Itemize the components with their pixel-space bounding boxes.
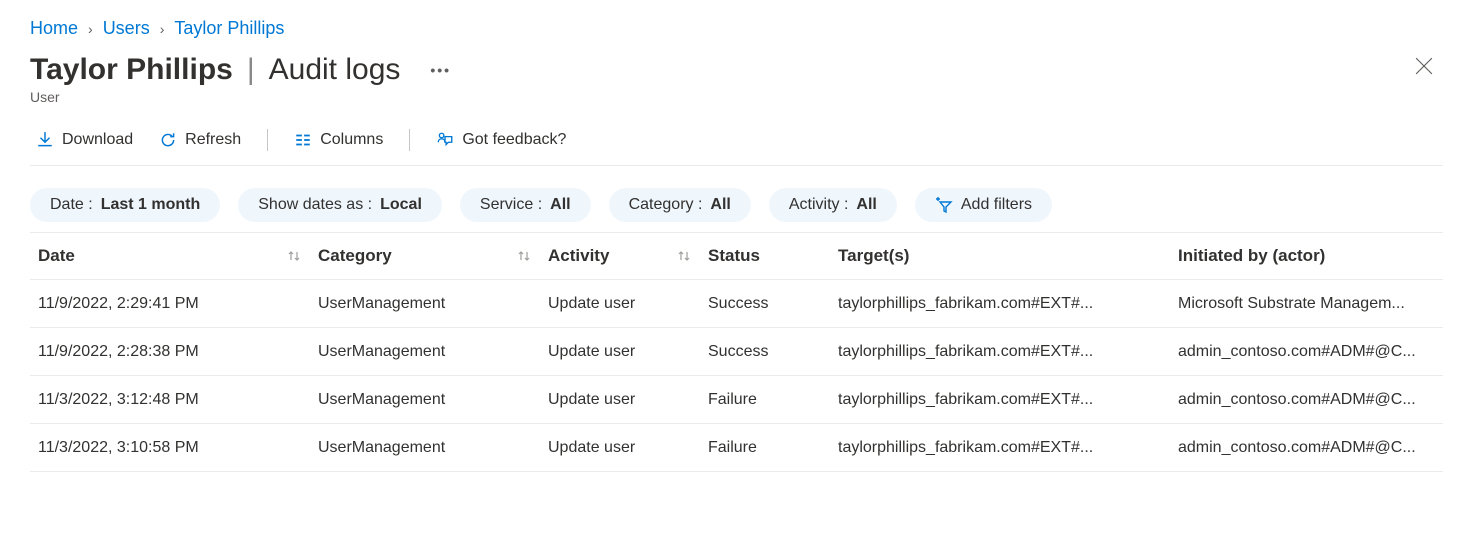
cell-activity: Update user [548, 439, 708, 457]
title-separator: | [247, 53, 255, 87]
table-row[interactable]: 11/9/2022, 2:28:38 PMUserManagementUpdat… [30, 328, 1443, 376]
feedback-label: Got feedback? [462, 131, 566, 149]
col-targets-label: Target(s) [838, 246, 909, 266]
breadcrumb-users[interactable]: Users [103, 18, 150, 39]
cell-date: 11/3/2022, 3:10:58 PM [38, 439, 318, 457]
refresh-label: Refresh [185, 131, 241, 149]
page-header: Taylor Phillips | Audit logs ••• User [30, 53, 1443, 105]
refresh-icon [159, 131, 177, 149]
breadcrumb-current[interactable]: Taylor Phillips [174, 18, 284, 39]
col-date-label: Date [38, 246, 75, 266]
cell-initiated: admin_contoso.com#ADM#@C... [1178, 439, 1435, 457]
sort-icon [676, 248, 692, 264]
cell-targets: taylorphillips_fabrikam.com#EXT#... [838, 439, 1178, 457]
filter-activity-value: All [856, 196, 876, 214]
close-button[interactable] [1405, 53, 1443, 83]
filter-category[interactable]: Category : All [609, 188, 751, 222]
download-label: Download [62, 131, 133, 149]
add-filters-button[interactable]: Add filters [915, 188, 1052, 222]
sort-icon [286, 248, 302, 264]
download-icon [36, 131, 54, 149]
add-filters-label: Add filters [961, 196, 1032, 214]
breadcrumb-home[interactable]: Home [30, 18, 78, 39]
cell-targets: taylorphillips_fabrikam.com#EXT#... [838, 343, 1178, 361]
cell-targets: taylorphillips_fabrikam.com#EXT#... [838, 295, 1178, 313]
cell-status: Success [708, 343, 838, 361]
toolbar-divider [267, 129, 268, 151]
col-status[interactable]: Status [708, 246, 838, 266]
cell-targets: taylorphillips_fabrikam.com#EXT#... [838, 391, 1178, 409]
more-actions-button[interactable]: ••• [430, 62, 451, 78]
filter-category-value: All [710, 196, 730, 214]
cell-status: Failure [708, 391, 838, 409]
columns-label: Columns [320, 131, 383, 149]
page-title-secondary: Audit logs [269, 53, 401, 87]
cell-initiated: admin_contoso.com#ADM#@C... [1178, 391, 1435, 409]
cell-category: UserManagement [318, 343, 548, 361]
cell-activity: Update user [548, 343, 708, 361]
col-targets[interactable]: Target(s) [838, 246, 1178, 266]
breadcrumb: Home › Users › Taylor Phillips [30, 18, 1443, 39]
cell-category: UserManagement [318, 295, 548, 313]
table-row[interactable]: 11/3/2022, 3:12:48 PMUserManagementUpdat… [30, 376, 1443, 424]
add-filter-icon [935, 196, 953, 214]
cell-status: Success [708, 295, 838, 313]
filter-showdates-label: Show dates as : [258, 196, 372, 214]
col-category-label: Category [318, 246, 392, 266]
col-initiated[interactable]: Initiated by (actor) [1178, 246, 1435, 266]
toolbar: Download Refresh Columns Got feedback? [30, 127, 1443, 166]
col-status-label: Status [708, 246, 760, 266]
filter-bar: Date : Last 1 month Show dates as : Loca… [30, 188, 1443, 222]
cell-date: 11/3/2022, 3:12:48 PM [38, 391, 318, 409]
cell-category: UserManagement [318, 391, 548, 409]
refresh-button[interactable]: Refresh [153, 127, 247, 153]
filter-service[interactable]: Service : All [460, 188, 591, 222]
close-icon [1415, 57, 1433, 75]
table-row[interactable]: 11/9/2022, 2:29:41 PMUserManagementUpdat… [30, 280, 1443, 328]
cell-activity: Update user [548, 295, 708, 313]
cell-category: UserManagement [318, 439, 548, 457]
filter-showdates-value: Local [380, 196, 422, 214]
filter-showdates[interactable]: Show dates as : Local [238, 188, 442, 222]
filter-activity-label: Activity : [789, 196, 849, 214]
col-activity-label: Activity [548, 246, 609, 266]
filter-category-label: Category : [629, 196, 703, 214]
cell-initiated: Microsoft Substrate Managem... [1178, 295, 1435, 313]
filter-activity[interactable]: Activity : All [769, 188, 897, 222]
table-header-row: Date Category Activity Status Target(s) … [30, 232, 1443, 280]
toolbar-divider [409, 129, 410, 151]
filter-date-label: Date : [50, 196, 93, 214]
columns-button[interactable]: Columns [288, 127, 389, 153]
page-subtitle: User [30, 89, 451, 105]
cell-status: Failure [708, 439, 838, 457]
filter-date[interactable]: Date : Last 1 month [30, 188, 220, 222]
feedback-icon [436, 131, 454, 149]
cell-date: 11/9/2022, 2:29:41 PM [38, 295, 318, 313]
page-title-main: Taylor Phillips [30, 53, 233, 87]
cell-initiated: admin_contoso.com#ADM#@C... [1178, 343, 1435, 361]
col-date[interactable]: Date [38, 246, 318, 266]
col-initiated-label: Initiated by (actor) [1178, 246, 1325, 266]
col-activity[interactable]: Activity [548, 246, 708, 266]
cell-date: 11/9/2022, 2:28:38 PM [38, 343, 318, 361]
cell-activity: Update user [548, 391, 708, 409]
chevron-right-icon: › [88, 21, 93, 37]
filter-date-value: Last 1 month [101, 196, 201, 214]
col-category[interactable]: Category [318, 246, 548, 266]
filter-service-label: Service : [480, 196, 542, 214]
chevron-right-icon: › [160, 21, 165, 37]
table-row[interactable]: 11/3/2022, 3:10:58 PMUserManagementUpdat… [30, 424, 1443, 472]
download-button[interactable]: Download [30, 127, 139, 153]
sort-icon [516, 248, 532, 264]
filter-service-value: All [550, 196, 570, 214]
feedback-button[interactable]: Got feedback? [430, 127, 572, 153]
columns-icon [294, 131, 312, 149]
audit-logs-table: Date Category Activity Status Target(s) … [30, 232, 1443, 472]
